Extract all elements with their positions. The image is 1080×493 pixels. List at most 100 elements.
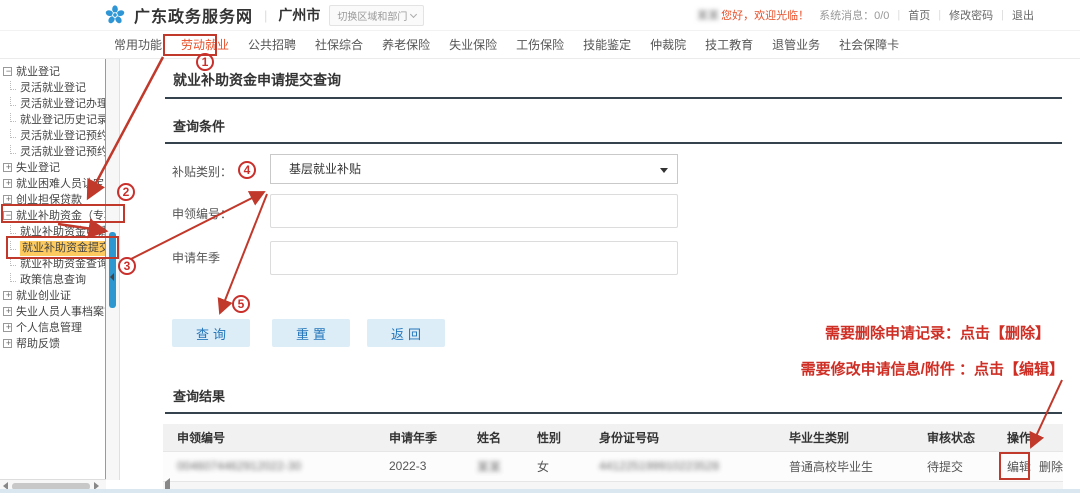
system-message-label: 系统消息： [819, 10, 874, 22]
subsidy-type-select[interactable]: 基层就业补贴 [270, 154, 678, 184]
query-button[interactable]: 查询 [172, 319, 250, 347]
query-result-title: 查询结果 [165, 386, 1062, 414]
tree-connector-icon [10, 97, 16, 106]
col-grad-type: 毕业生类别 [775, 424, 913, 451]
query-conditions-title: 查询条件 [165, 116, 1062, 144]
expand-plus-icon[interactable] [3, 291, 12, 300]
result-table: 申领编号 申请年季 姓名 性别 身份证号码 毕业生类别 审核状态 操作 0046… [163, 424, 1063, 481]
nav-tab-common[interactable]: 常用功能 [114, 36, 162, 53]
subsidy-type-label: 补贴类别： [172, 163, 232, 180]
back-button[interactable]: 返回 [367, 319, 445, 347]
expand-plus-icon[interactable] [3, 323, 12, 332]
sidebar-item-employment-cert[interactable]: 就业创业证 [0, 288, 106, 304]
sidebar-item-employment-register[interactable]: 就业登记 [0, 64, 106, 80]
sidebar-item-register-history[interactable]: 就业登记历史记录 [0, 112, 106, 128]
nav-tab-injury-insurance[interactable]: 工伤保险 [516, 36, 564, 53]
collapse-minus-icon[interactable] [3, 67, 12, 76]
tree-connector-icon [10, 257, 16, 266]
nav-tab-employment[interactable]: 劳动就业 [181, 36, 229, 53]
tree-connector-icon [10, 129, 16, 138]
sidebar-item-startup-loan[interactable]: 创业担保贷款 [0, 192, 106, 208]
sidebar-item-difficulty-certification[interactable]: 就业困难人员认定 [0, 176, 106, 192]
nav-tab-retirement[interactable]: 退管业务 [772, 36, 820, 53]
logout-link[interactable]: 退出 [1012, 7, 1034, 23]
sidebar-item-help-feedback[interactable]: 帮助反馈 [0, 336, 106, 352]
collapse-minus-icon[interactable] [3, 211, 12, 220]
separator: | [1001, 9, 1004, 21]
sidebar-item-personal-info[interactable]: 个人信息管理 [0, 320, 106, 336]
nav-tab-unemployment-insurance[interactable]: 失业保险 [449, 36, 497, 53]
nav-tab-pension[interactable]: 养老保险 [382, 36, 430, 53]
sidebar-item-unemployment-register[interactable]: 失业登记 [0, 160, 106, 176]
table-header-row: 申领编号 申请年季 姓名 性别 身份证号码 毕业生类别 审核状态 操作 [163, 424, 1063, 451]
nav-tab-arbitration[interactable]: 仲裁院 [650, 36, 686, 53]
sidebar-item-subsidy-apply[interactable]: 就业补助资金申请 [0, 224, 106, 240]
select-caret-icon [660, 168, 668, 173]
tree-connector-icon [10, 225, 16, 234]
sidebar-item-policy-info[interactable]: 政策信息查询 [0, 272, 106, 288]
col-id-no: 身份证号码 [585, 424, 775, 451]
expand-plus-icon[interactable] [3, 195, 12, 204]
page-title: 就业补助资金申请提交查询 [165, 70, 1062, 99]
sidebar-item-flexible-register[interactable]: 灵活就业登记 [0, 80, 106, 96]
cell-grad-type: 普通高校毕业生 [775, 451, 913, 481]
switch-region-button[interactable]: 切换区域和部门 [329, 5, 424, 26]
sidebar-item-subsidy-fund[interactable]: 就业补助资金（专项资金） [0, 208, 106, 224]
chevron-down-icon [410, 10, 417, 17]
step-4-badge: 4 [238, 161, 256, 179]
claim-no-label: 申领编号： [172, 205, 232, 222]
apply-term-label: 申请年季 [172, 249, 220, 266]
edit-action-link[interactable]: 编辑 [1007, 460, 1031, 474]
nav-tab-social-card[interactable]: 社会保障卡 [839, 36, 899, 53]
user-area: 某某您好，欢迎光临！ 系统消息：0/0 | 首页 | 修改密码 | 退出 [697, 7, 1034, 23]
tree-connector-icon [10, 81, 16, 90]
sidebar-vertical-scrollbar[interactable] [105, 59, 120, 480]
brand-divider: | [264, 8, 267, 23]
subsidy-type-value: 基层就业补贴 [289, 162, 361, 176]
tree-connector-icon [10, 145, 16, 154]
reset-button[interactable]: 重置 [272, 319, 350, 347]
sidebar-item-flexible-appointment-query[interactable]: 灵活就业登记预约查询 [0, 144, 106, 160]
expand-plus-icon[interactable] [3, 179, 12, 188]
table-row: 0046074462912022-30 2022-3 某某 女 44122519… [163, 451, 1063, 481]
nav-tab-technical-education[interactable]: 技工教育 [705, 36, 753, 53]
expand-plus-icon[interactable] [3, 339, 12, 348]
apply-term-input[interactable] [270, 241, 678, 275]
cell-term: 2022-3 [375, 451, 463, 481]
switch-region-label: 切换区域和部门 [337, 8, 407, 23]
sidebar-item-subsidy-query[interactable]: 就业补助资金查询 [0, 256, 106, 272]
edit-tip-text: 需要修改申请信息/附件 ：点击【编辑】 [801, 358, 1064, 379]
scrollbar-thumb[interactable] [109, 232, 116, 308]
brand-area: 广东政务服务网 | 广州市 切换区域和部门 [104, 3, 424, 27]
change-password-link[interactable]: 修改密码 [949, 7, 993, 23]
panel-collapse-arrow-icon[interactable] [110, 273, 114, 281]
col-gender: 性别 [523, 424, 585, 451]
sidebar-item-personnel-archive[interactable]: 失业人员人事档案管理 [0, 304, 106, 320]
cell-id-no-blurred: 441225199910223528 [599, 459, 719, 473]
tree-connector-icon [10, 273, 16, 282]
cell-gender: 女 [523, 451, 585, 481]
nav-tab-social-security[interactable]: 社保综合 [315, 36, 363, 53]
sidebar-item-subsidy-submit[interactable]: 就业补助资金提交 [0, 240, 106, 256]
sidebar-item-flexible-appointment[interactable]: 灵活就业登记预约 [0, 128, 106, 144]
delete-action-link[interactable]: 删除 [1039, 460, 1063, 474]
site-title: 广东政务服务网 [134, 3, 253, 27]
cell-name-blurred: 某某 [477, 460, 501, 474]
main-nav: 常用功能 劳动就业 公共招聘 社保综合 养老保险 失业保险 工伤保险 技能鉴定 … [0, 31, 1080, 59]
welcome-greeting: 您好，欢迎光临！ [721, 10, 809, 22]
sidebar-item-flexible-register-result[interactable]: 灵活就业登记办理结果查询 [0, 96, 106, 112]
city-name: 广州市 [278, 5, 320, 25]
nav-tab-recruitment[interactable]: 公共招聘 [248, 36, 296, 53]
home-link[interactable]: 首页 [908, 7, 930, 23]
claim-no-input[interactable] [270, 194, 678, 228]
sidebar: 就业登记 灵活就业登记 灵活就业登记办理结果查询 就业登记历史记录 灵活就业登记… [0, 59, 120, 493]
expand-plus-icon[interactable] [3, 307, 12, 316]
app-window: 广东政务服务网 | 广州市 切换区域和部门 某某您好，欢迎光临！ 系统消息：0/… [0, 0, 1080, 493]
nav-tab-skill-appraisal[interactable]: 技能鉴定 [583, 36, 631, 53]
separator: | [897, 9, 900, 21]
expand-plus-icon[interactable] [3, 163, 12, 172]
system-message[interactable]: 系统消息：0/0 [819, 7, 889, 23]
col-actions: 操作 [993, 424, 1063, 451]
col-claim-no: 申领编号 [163, 424, 375, 451]
cell-claim-no-blurred: 0046074462912022-30 [177, 459, 301, 473]
